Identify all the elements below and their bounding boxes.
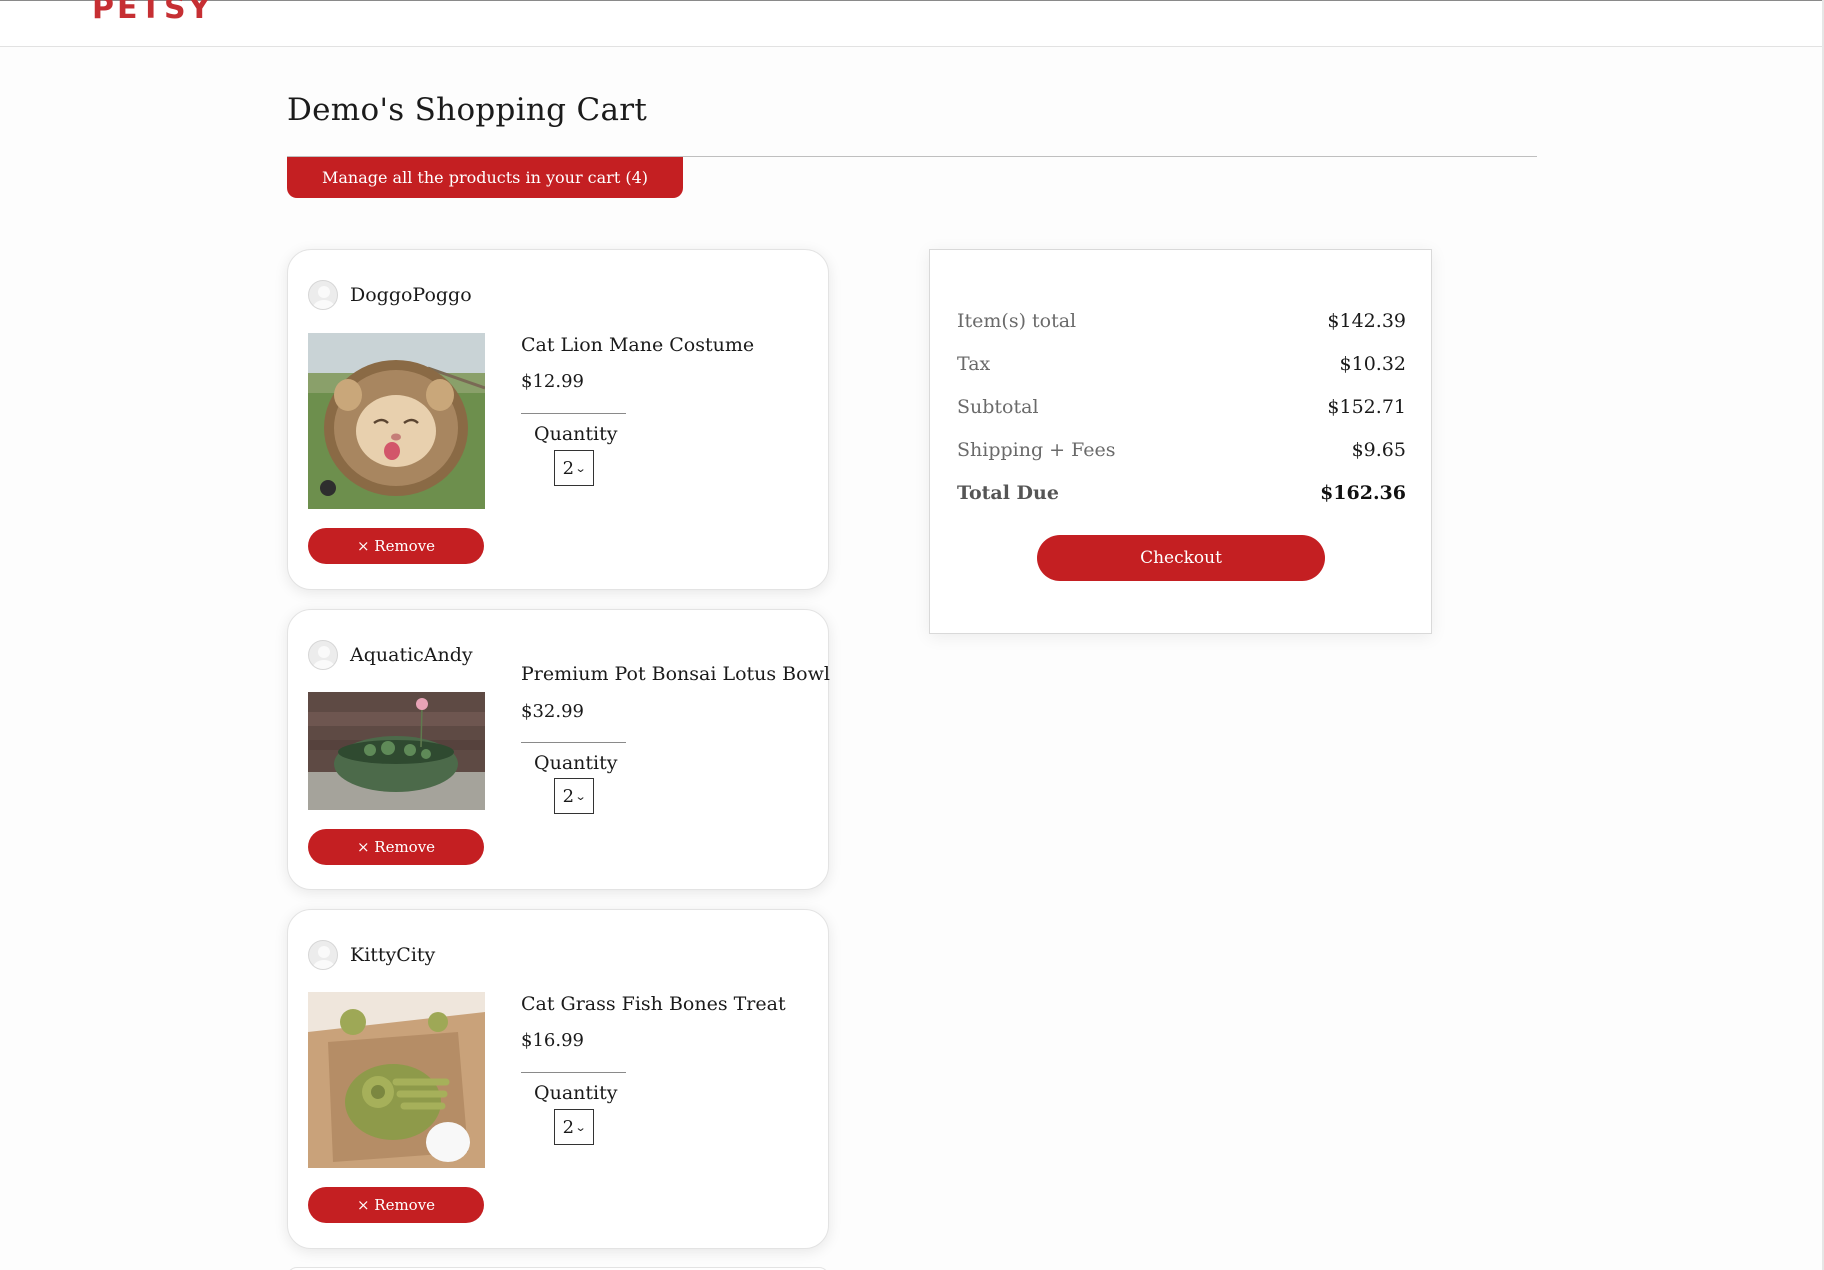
cart-item-card: AquaticAndy × Remove Premium Pot Bonsai … — [287, 609, 830, 890]
quantity-select[interactable]: 2 ⌄ — [554, 450, 594, 486]
summary-value: $10.32 — [1339, 353, 1406, 375]
product-name[interactable]: Cat Grass Fish Bones Treat — [521, 993, 786, 1015]
summary-label: Shipping + Fees — [957, 439, 1116, 461]
summary-row-shipping: Shipping + Fees $9.65 — [957, 439, 1406, 461]
quantity-value: 2 — [562, 457, 575, 479]
seller-avatar-icon — [308, 640, 338, 670]
product-image[interactable] — [308, 333, 485, 509]
total-due-label: Total Due — [957, 482, 1059, 504]
summary-value: $152.71 — [1327, 396, 1406, 418]
summary-row-items-total: Item(s) total $142.39 — [957, 310, 1406, 332]
product-price: $16.99 — [521, 1030, 584, 1051]
remove-item-button[interactable]: × Remove — [308, 1187, 484, 1223]
order-summary-panel: Item(s) total $142.39 Tax $10.32 Subtota… — [929, 249, 1432, 634]
seller-avatar-icon — [308, 280, 338, 310]
page-title: Demo's Shopping Cart — [287, 92, 648, 128]
chevron-down-icon: ⌄ — [574, 789, 587, 803]
remove-item-button[interactable]: × Remove — [308, 528, 484, 564]
summary-label: Subtotal — [957, 396, 1039, 418]
product-image[interactable] — [308, 692, 485, 810]
quantity-divider — [521, 413, 626, 414]
seller-avatar-icon — [308, 940, 338, 970]
quantity-select[interactable]: 2 ⌄ — [554, 778, 594, 814]
product-price: $32.99 — [521, 701, 584, 722]
product-name[interactable]: Cat Lion Mane Costume — [521, 334, 754, 356]
summary-value: $9.65 — [1351, 439, 1406, 461]
manage-cart-tab[interactable]: Manage all the products in your cart (4) — [287, 157, 683, 198]
quantity-divider — [521, 742, 626, 743]
quantity-label: Quantity — [534, 752, 618, 774]
quantity-label: Quantity — [534, 423, 618, 445]
quantity-select[interactable]: 2 ⌄ — [554, 1109, 594, 1145]
quantity-value: 2 — [562, 1116, 575, 1138]
summary-label: Tax — [957, 353, 991, 375]
cart-item-card: DoggoPoggo × Remove Cat Lion Mane Costum… — [287, 249, 829, 590]
summary-row-tax: Tax $10.32 — [957, 353, 1406, 375]
summary-value: $142.39 — [1327, 310, 1406, 332]
quantity-label: Quantity — [534, 1082, 618, 1104]
seller-info: KittyCity — [308, 940, 435, 970]
summary-row-total-due: Total Due $162.36 — [957, 482, 1406, 504]
seller-name[interactable]: KittyCity — [350, 944, 435, 966]
total-due-value: $162.36 — [1320, 482, 1406, 504]
seller-info: DoggoPoggo — [308, 280, 472, 310]
chevron-down-icon: ⌄ — [574, 1120, 587, 1134]
remove-item-button[interactable]: × Remove — [308, 829, 484, 865]
top-nav-bar: PETSY — [0, 0, 1824, 47]
cart-item-card: KittyCity × Remove Cat Grass Fish Bones … — [287, 909, 829, 1249]
product-price: $12.99 — [521, 371, 584, 392]
chevron-down-icon: ⌄ — [574, 461, 587, 475]
petsy-logo[interactable]: PETSY — [92, 0, 213, 26]
quantity-value: 2 — [562, 785, 575, 807]
summary-row-subtotal: Subtotal $152.71 — [957, 396, 1406, 418]
seller-info: AquaticAndy — [308, 640, 473, 670]
seller-name[interactable]: DoggoPoggo — [350, 284, 472, 306]
seller-name[interactable]: AquaticAndy — [350, 644, 473, 666]
checkout-button[interactable]: Checkout — [1037, 535, 1325, 581]
product-image[interactable] — [308, 992, 485, 1168]
summary-label: Item(s) total — [957, 310, 1077, 332]
product-name[interactable]: Premium Pot Bonsai Lotus Bowl — [521, 663, 830, 685]
quantity-divider — [521, 1072, 626, 1073]
